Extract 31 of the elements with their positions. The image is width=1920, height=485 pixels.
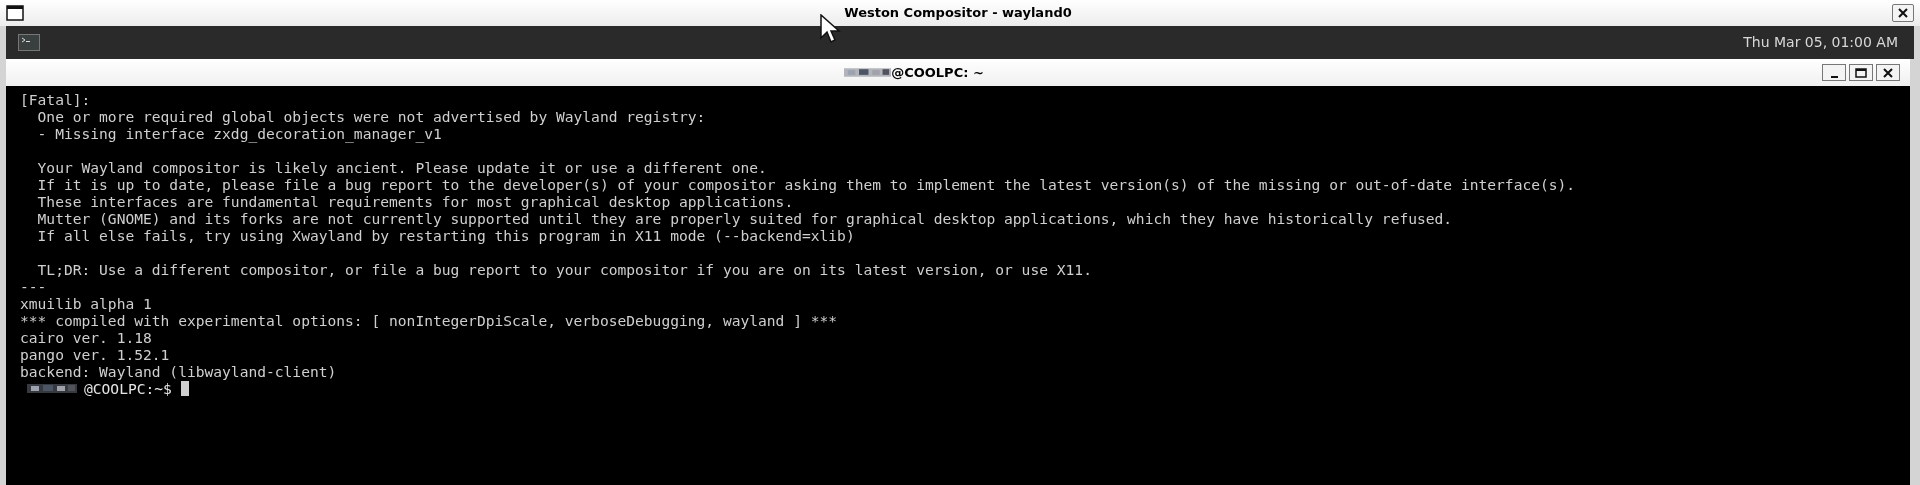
clock: Thu Mar 05, 01:00 AM: [1743, 33, 1899, 52]
minimize-button[interactable]: [1822, 64, 1846, 81]
terminal-line: ---: [20, 278, 47, 295]
maximize-button[interactable]: [1849, 64, 1873, 81]
window-title: Weston Compositor - wayland0: [844, 4, 1072, 23]
close-button[interactable]: [1876, 64, 1900, 81]
terminal-line: - Missing interface zxdg_decoration_manager_v1: [36, 125, 442, 142]
terminal-line: If all else fails, try using Xwayland by restarting this program in X11 mode (--backend=xlib): [36, 227, 855, 244]
mouse-pointer-icon: [820, 14, 842, 44]
terminal-line: xmuilib alpha 1: [20, 295, 152, 312]
close-icon: [1882, 66, 1894, 79]
terminal-line: pango ver. 1.52.1: [20, 346, 170, 363]
close-button[interactable]: [1892, 4, 1914, 22]
terminal-line: TL;DR: Use a different compositor, or file a bug report to your compositor if you are on its latest version, or use X11.: [36, 261, 1092, 278]
redaction-mark: [844, 67, 892, 78]
terminal-line: If it is up to date, please file a bug report to the developer(s) of your compositor asking them to implement the latest version(s) of the missing or out-of-date interface(s).: [36, 176, 1576, 193]
close-icon: [1897, 7, 1909, 19]
terminal-line: [Fatal]:: [20, 91, 91, 108]
window-icon: [6, 5, 24, 21]
terminal-line: Mutter (GNOME) and its forks are not currently supported until they are properly suited for graphical desktop applications, which they have historically refused.: [36, 210, 1453, 227]
terminal-title: @COOLPC: ~: [891, 63, 984, 82]
terminal-line: cairo ver. 1.18: [20, 329, 152, 346]
terminal-launcher-icon[interactable]: [18, 34, 40, 51]
shell-prompt: @COOLPC:~$: [84, 380, 172, 397]
terminal-line: These interfaces are fundamental requirements for most graphical desktop applications.: [36, 193, 794, 210]
terminal-line: *** compiled with experimental options: [ nonIntegerDpiScale, verboseDebugging, wayland ] ***: [20, 312, 838, 329]
terminal-line: backend: Wayland (libwayland-client): [20, 363, 337, 380]
terminal-line: Your Wayland compositor is likely ancient. Please update it or use a different one.: [36, 159, 767, 176]
terminal-line: One or more required global objects were not advertised by Wayland registry:: [36, 108, 706, 125]
maximize-icon: [1855, 66, 1867, 79]
minimize-icon: [1830, 75, 1838, 78]
